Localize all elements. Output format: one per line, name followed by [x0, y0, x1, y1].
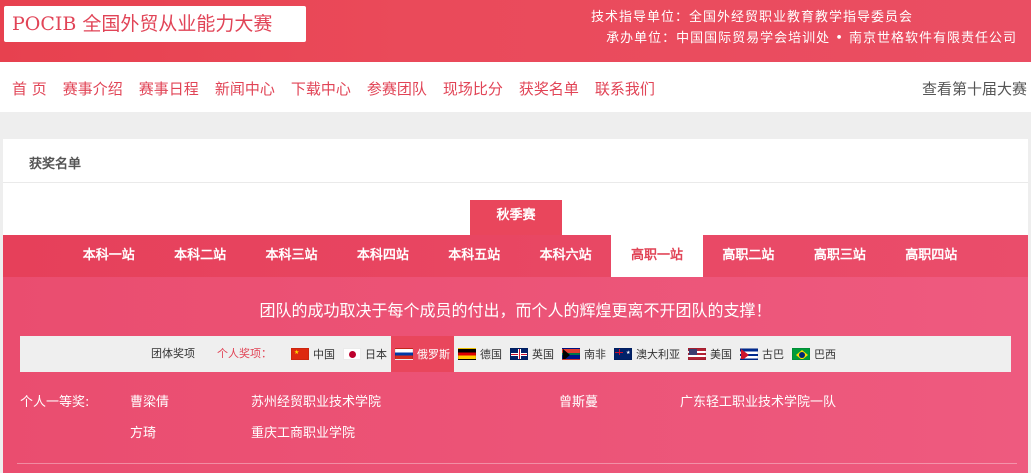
nav-item-contact[interactable]: 联系我们 — [595, 78, 655, 99]
usa-flag-icon — [688, 348, 706, 360]
country-label: 德国 — [480, 348, 502, 361]
country-item-china[interactable]: ★ 中国 — [287, 336, 339, 372]
tab-station-ug-5[interactable]: 本科五站 — [429, 235, 520, 277]
country-label: 俄罗斯 — [417, 348, 450, 361]
country-label: 日本 — [365, 348, 387, 361]
tab-station-ug-3[interactable]: 本科三站 — [246, 235, 337, 277]
main-nav: 首 页 赛事介绍 赛事日程 新闻中心 下载中心 参赛团队 现场比分 获奖名单 联… — [0, 62, 1031, 112]
country-item-japan[interactable]: 日本 — [339, 336, 391, 372]
tab-station-ug-6[interactable]: 本科六站 — [520, 235, 611, 277]
sponsor-line-2: 承办单位：中国国际贸易学会培训处 • 南京世格软件有限责任公司 — [606, 31, 1017, 46]
winner-school: 苏州经贸职业技术学院 — [251, 395, 382, 410]
germany-flag-icon — [458, 348, 476, 360]
award-row: 方琦 重庆工商职业学院 — [20, 422, 1020, 444]
nav-item-downloads[interactable]: 下载中心 — [291, 78, 351, 99]
nav-item-winners[interactable]: 获奖名单 — [519, 78, 579, 99]
country-item-usa[interactable]: 美国 — [684, 336, 736, 372]
cuba-flag-icon — [740, 348, 758, 360]
breadcrumb-label: 获奖名单 — [29, 157, 82, 172]
page: POCIB 全国外贸从业能力大赛 技术指导单位：全国外经贸职业教育教学指导委员会… — [0, 0, 1031, 473]
nav-item-live-score[interactable]: 现场比分 — [443, 78, 503, 99]
winner-name: 曾斯蔓 — [559, 395, 599, 410]
south-africa-flag-icon — [562, 348, 580, 360]
nav-item-teams[interactable]: 参赛团队 — [367, 78, 427, 99]
site-logo[interactable]: POCIB 全国外贸从业能力大赛 — [4, 6, 306, 42]
view-previous-contest-link[interactable]: 查看第十届大赛 — [922, 78, 1027, 99]
country-item-south-africa[interactable]: 南非 — [558, 336, 610, 372]
country-item-cuba[interactable]: 古巴 — [736, 336, 788, 372]
tab-station-ug-4[interactable]: 本科四站 — [337, 235, 428, 277]
nav-item-schedule[interactable]: 赛事日程 — [139, 78, 199, 99]
tab-station-vc-2[interactable]: 高职二站 — [703, 235, 794, 277]
country-list: ★ 中国 日本 俄罗斯 德国 英国 南非 ★ 澳大利亚 美国 古巴 巴西 — [287, 336, 840, 372]
country-filter-bar: 团体奖项 个人奖项： ★ 中国 日本 俄罗斯 德国 英国 南非 ★ 澳大利亚 美… — [20, 336, 1011, 372]
team-awards-link[interactable]: 团体奖项 — [151, 345, 195, 361]
country-item-russia[interactable]: 俄罗斯 — [391, 336, 454, 372]
australia-flag-icon: ★ — [614, 348, 632, 360]
individual-awards-label: 个人奖项： — [217, 347, 272, 360]
sponsor-line-1: 技术指导单位：全国外经贸职业教育教学指导委员会 — [590, 10, 913, 25]
tab-autumn-season[interactable]: 秋季赛 — [470, 200, 562, 235]
slogan-text: 团队的成功取决于每个成员的付出，而个人的辉煌更离不开团队的支撑！ — [259, 301, 772, 320]
russia-flag-icon — [395, 348, 413, 360]
country-item-brazil[interactable]: 巴西 — [788, 336, 840, 372]
country-label: 美国 — [710, 348, 732, 361]
uk-flag-icon — [510, 348, 528, 360]
brazil-flag-icon — [792, 348, 810, 360]
japan-flag-icon — [343, 348, 361, 360]
country-label: 英国 — [532, 348, 554, 361]
country-label: 巴西 — [814, 348, 836, 361]
country-item-uk[interactable]: 英国 — [506, 336, 558, 372]
winner-school: 重庆工商职业学院 — [251, 426, 356, 441]
grey-divider — [0, 112, 1031, 139]
country-label: 中国 — [313, 348, 335, 361]
nav-item-news[interactable]: 新闻中心 — [215, 78, 275, 99]
tab-station-vc-4[interactable]: 高职四站 — [886, 235, 977, 277]
tab-station-vc-3[interactable]: 高职三站 — [794, 235, 885, 277]
country-label: 南非 — [584, 348, 606, 361]
country-label: 澳大利亚 — [636, 348, 680, 361]
winner-name: 方琦 — [130, 426, 157, 441]
nav-item-home[interactable]: 首 页 — [12, 78, 47, 99]
winner-school: 广东轻工职业技术学院一队 — [680, 395, 837, 410]
station-list: 本科一站 本科二站 本科三站 本科四站 本科五站 本科六站 高职一站 高职二站 … — [63, 235, 977, 277]
header-band: POCIB 全国外贸从业能力大赛 技术指导单位：全国外经贸职业教育教学指导委员会… — [0, 0, 1031, 62]
nav-item-intro[interactable]: 赛事介绍 — [63, 78, 123, 99]
winner-name: 曹梁倩 — [130, 395, 170, 410]
awards-panel: 团队的成功取决于每个成员的付出，而个人的辉煌更离不开团队的支撑！ 团体奖项 个人… — [3, 277, 1028, 473]
tab-station-ug-2[interactable]: 本科二站 — [154, 235, 245, 277]
tab-station-ug-1[interactable]: 本科一站 — [63, 235, 154, 277]
station-tabs: 本科一站 本科二站 本科三站 本科四站 本科五站 本科六站 高职一站 高职二站 … — [3, 235, 1028, 277]
nav-list: 首 页 赛事介绍 赛事日程 新闻中心 下载中心 参赛团队 现场比分 获奖名单 联… — [12, 78, 671, 99]
award-row: 曹梁倩 苏州经贸职业技术学院 曾斯蔓 广东轻工职业技术学院一队 — [20, 391, 1020, 413]
country-item-australia[interactable]: ★ 澳大利亚 — [610, 336, 684, 372]
tab-station-vc-1[interactable]: 高职一站 — [611, 235, 703, 277]
country-item-germany[interactable]: 德国 — [454, 336, 506, 372]
country-label: 古巴 — [762, 348, 784, 361]
breadcrumb: 获奖名单 — [3, 139, 1028, 183]
china-flag-icon: ★ — [291, 348, 309, 360]
content-divider — [17, 463, 1017, 464]
